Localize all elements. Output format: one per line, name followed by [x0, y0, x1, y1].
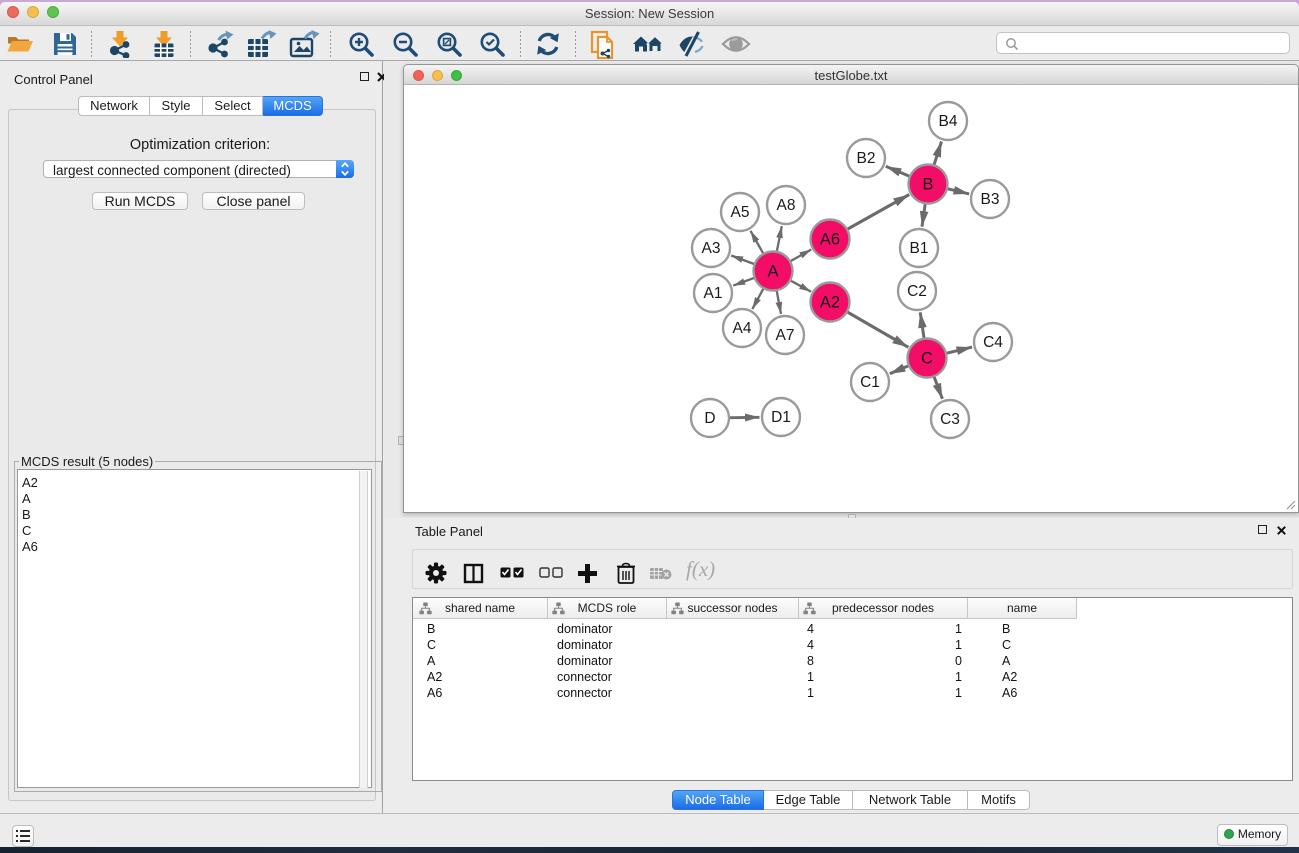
svg-text:B: B — [922, 176, 933, 194]
svg-text:B1: B1 — [910, 240, 929, 257]
svg-text:A4: A4 — [733, 320, 752, 337]
svg-text:C3: C3 — [940, 411, 960, 428]
svg-text:A5: A5 — [731, 204, 750, 221]
svg-text:A6: A6 — [820, 231, 840, 249]
svg-text:C4: C4 — [983, 334, 1003, 351]
svg-text:A2: A2 — [820, 294, 840, 312]
svg-text:B4: B4 — [939, 113, 958, 130]
svg-text:C2: C2 — [907, 283, 927, 300]
svg-text:A: A — [767, 263, 778, 281]
svg-text:C: C — [921, 350, 933, 368]
svg-text:A1: A1 — [704, 285, 723, 302]
svg-text:C1: C1 — [860, 374, 880, 391]
svg-text:B2: B2 — [857, 150, 876, 167]
svg-text:B3: B3 — [981, 191, 1000, 208]
svg-text:A7: A7 — [776, 327, 795, 344]
svg-text:D1: D1 — [771, 409, 791, 426]
svg-text:D: D — [704, 410, 715, 427]
svg-text:A3: A3 — [702, 240, 721, 257]
svg-text:A8: A8 — [777, 197, 796, 214]
